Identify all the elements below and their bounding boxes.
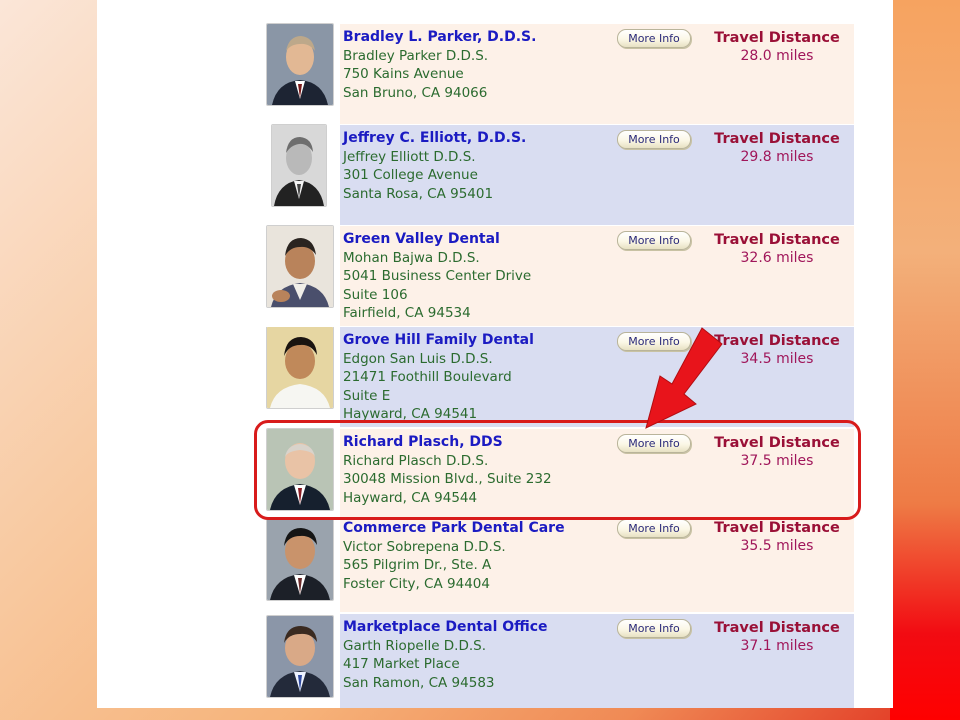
results-page: Bradley L. Parker, D.D.S. Bradley Parker… bbox=[97, 0, 893, 708]
photo-cell bbox=[265, 226, 340, 326]
address-line: Jeffrey Elliott D.D.S. bbox=[343, 148, 476, 165]
address-line: San Ramon, CA 94583 bbox=[343, 674, 495, 691]
travel-distance-label: Travel Distance bbox=[714, 520, 840, 536]
more-info-button[interactable]: More Info bbox=[617, 29, 691, 48]
result-info: Marketplace Dental Office Garth Riopelle… bbox=[343, 618, 613, 692]
address-line: Bradley Parker D.D.S. bbox=[343, 47, 489, 64]
travel-distance: Travel Distance 32.6 miles bbox=[697, 231, 857, 267]
result-info: Green Valley Dental Mohan Bajwa D.D.S. 5… bbox=[343, 230, 613, 323]
address-line: Mohan Bajwa D.D.S. bbox=[343, 249, 480, 266]
result-row-grove-hill-family-dental: Grove Hill Family Dental Edgon San Luis … bbox=[265, 327, 854, 427]
photo-cell bbox=[265, 24, 340, 124]
result-row-jeffrey-elliott: Jeffrey C. Elliott, D.D.S. Jeffrey Ellio… bbox=[265, 125, 854, 225]
result-info: Jeffrey C. Elliott, D.D.S. Jeffrey Ellio… bbox=[343, 129, 613, 203]
address-line: Victor Sobrepena D.D.S. bbox=[343, 538, 506, 555]
travel-distance: Travel Distance 37.1 miles bbox=[697, 619, 857, 655]
travel-distance: Travel Distance 29.8 miles bbox=[697, 130, 857, 166]
travel-distance-value: 29.8 miles bbox=[740, 149, 814, 165]
travel-distance-label: Travel Distance bbox=[714, 30, 840, 46]
travel-distance-label: Travel Distance bbox=[714, 620, 840, 636]
more-info-button[interactable]: More Info bbox=[617, 130, 691, 149]
photo-cell bbox=[265, 614, 340, 708]
dentist-photo[interactable] bbox=[267, 519, 333, 600]
highlight-rounded-rectangle bbox=[254, 420, 861, 520]
address-line: Fairfield, CA 94534 bbox=[343, 305, 471, 321]
travel-distance-value: 35.5 miles bbox=[740, 538, 814, 554]
photo-cell bbox=[265, 517, 340, 612]
practice-name-link[interactable]: Bradley L. Parker, D.D.S. bbox=[343, 28, 613, 47]
practice-name-link[interactable]: Jeffrey C. Elliott, D.D.S. bbox=[343, 129, 613, 148]
background-gradient-strip bbox=[890, 0, 960, 720]
address-line: Suite E bbox=[343, 387, 391, 404]
address-line: 750 Kains Avenue bbox=[343, 66, 464, 82]
result-info: Commerce Park Dental Care Victor Sobrepe… bbox=[343, 519, 613, 593]
result-row-marketplace-dental-office: Marketplace Dental Office Garth Riopelle… bbox=[265, 614, 854, 708]
address-line: San Bruno, CA 94066 bbox=[343, 84, 488, 101]
practice-name-link[interactable]: Green Valley Dental bbox=[343, 230, 613, 249]
result-row-bradley-parker: Bradley L. Parker, D.D.S. Bradley Parker… bbox=[265, 24, 854, 124]
dentist-photo[interactable] bbox=[267, 616, 333, 697]
travel-distance-value: 32.6 miles bbox=[740, 250, 814, 266]
photo-cell bbox=[265, 327, 340, 427]
more-info-button[interactable]: More Info bbox=[617, 519, 691, 538]
more-info-button[interactable]: More Info bbox=[617, 619, 691, 638]
result-row-green-valley-dental: Green Valley Dental Mohan Bajwa D.D.S. 5… bbox=[265, 226, 854, 326]
address-line: Foster City, CA 94404 bbox=[343, 575, 490, 592]
practice-name-link[interactable]: Commerce Park Dental Care bbox=[343, 519, 613, 538]
travel-distance: Travel Distance 35.5 miles bbox=[697, 519, 857, 555]
address-line: Santa Rosa, CA 95401 bbox=[343, 185, 494, 202]
result-info: Grove Hill Family Dental Edgon San Luis … bbox=[343, 331, 613, 424]
travel-distance-value: 28.0 miles bbox=[740, 48, 814, 64]
address-line: 565 Pilgrim Dr., Ste. A bbox=[343, 557, 492, 573]
address-line: 417 Market Place bbox=[343, 656, 460, 672]
address-line: Garth Riopelle D.D.S. bbox=[343, 637, 487, 654]
result-row-commerce-park-dental-care: Commerce Park Dental Care Victor Sobrepe… bbox=[265, 517, 854, 612]
red-arrow-pointer-icon bbox=[645, 327, 723, 429]
travel-distance: Travel Distance 28.0 miles bbox=[697, 29, 857, 65]
photo-cell bbox=[265, 125, 340, 225]
dentist-photo[interactable] bbox=[272, 125, 326, 206]
result-info: Bradley L. Parker, D.D.S. Bradley Parker… bbox=[343, 28, 613, 102]
dentist-photo[interactable] bbox=[267, 226, 333, 307]
dentist-photo[interactable] bbox=[267, 327, 333, 408]
address-line: 5041 Business Center Drive bbox=[343, 268, 532, 284]
travel-distance-label: Travel Distance bbox=[714, 232, 840, 248]
address-line: Edgon San Luis D.D.S. bbox=[343, 350, 493, 367]
dentist-photo[interactable] bbox=[267, 24, 333, 105]
practice-name-link[interactable]: Marketplace Dental Office bbox=[343, 618, 613, 637]
more-info-button[interactable]: More Info bbox=[617, 231, 691, 250]
address-line: 21471 Foothill Boulevard bbox=[343, 369, 512, 385]
address-line: Suite 106 bbox=[343, 286, 408, 303]
travel-distance-label: Travel Distance bbox=[714, 131, 840, 147]
practice-name-link[interactable]: Grove Hill Family Dental bbox=[343, 331, 613, 350]
address-line: 301 College Avenue bbox=[343, 167, 478, 183]
travel-distance-value: 37.1 miles bbox=[740, 638, 814, 654]
